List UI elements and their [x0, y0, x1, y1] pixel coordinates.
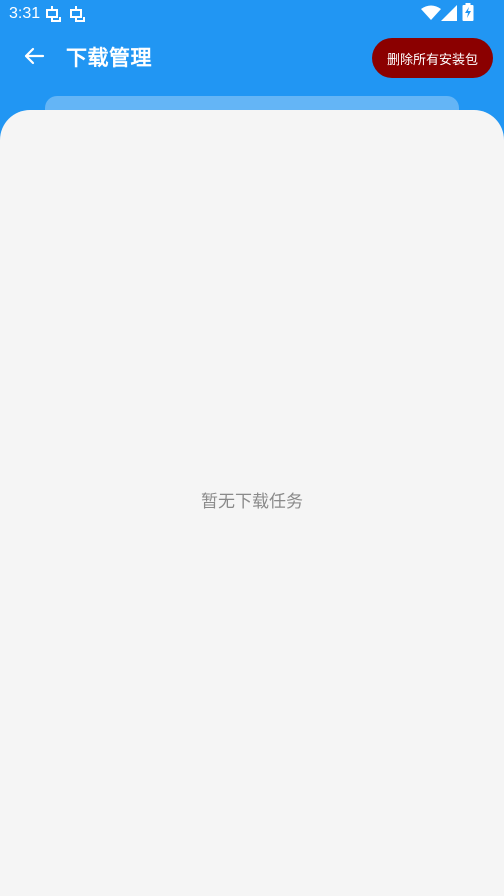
bug-icon [69, 5, 87, 23]
download-list-panel: 暂无下载任务 [0, 110, 504, 896]
arrow-left-icon [23, 45, 45, 71]
wifi-icon [421, 5, 441, 21]
bug-icon [45, 5, 63, 23]
app-bar: 下载管理 删除所有安装包 [0, 28, 504, 88]
delete-all-packages-button[interactable]: 删除所有安装包 [372, 38, 493, 78]
page-title: 下载管理 [66, 46, 152, 70]
battery-charging-icon [462, 3, 474, 21]
cell-signal-icon [441, 5, 457, 21]
back-button[interactable] [14, 38, 54, 78]
status-time: 3:31 [9, 5, 41, 22]
status-bar: 3:31 [0, 0, 504, 28]
empty-state-message: 暂无下载任务 [201, 492, 303, 512]
